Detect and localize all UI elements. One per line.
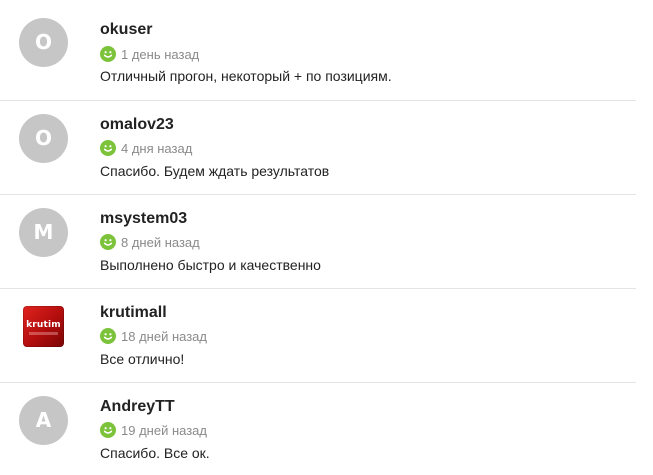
avatar[interactable]: M [19,208,68,257]
smile-positive-icon [100,140,116,156]
review-meta: 1 день назад [100,45,199,63]
review-meta: 4 дня назад [100,139,192,157]
avatar-logo-text: krutim [26,320,61,330]
smile-positive-icon [100,234,116,250]
review-list: O okuser 1 день назад Отличный прогон, н… [0,0,653,475]
review-time: 18 дней назад [121,328,207,344]
smile-positive-icon [100,328,116,344]
smile-positive-icon [100,46,116,62]
review-text: Отличный прогон, некоторый + по позициям… [100,68,392,84]
review-username[interactable]: krutimall [100,304,167,322]
review-text: Все отлично! [100,351,185,367]
avatar[interactable]: O [19,18,68,67]
review-text: Спасибо. Будем ждать результатов [100,163,330,179]
review-username[interactable]: msystem03 [100,210,187,228]
review-time: 1 день назад [121,46,200,62]
review-meta: 19 дней назад [100,421,207,439]
review-username[interactable]: okuser [100,21,152,39]
review-username[interactable]: AndreyTT [100,398,175,416]
review-item: A AndreyTT 19 дней назад Спасибо. Все ок… [0,383,653,475]
review-item: O omalov23 4 дня назад Спасибо. Будем жд… [0,101,653,195]
avatar[interactable]: krutim [23,306,64,347]
review-item: M msystem03 8 дней назад Выполнено быстр… [0,195,653,289]
smile-positive-icon [100,422,116,438]
review-time: 4 дня назад [121,140,193,156]
review-text: Выполнено быстро и качественно [100,257,321,273]
review-meta: 18 дней назад [100,327,207,345]
review-username[interactable]: omalov23 [100,116,174,134]
avatar-logo-decoration [29,332,58,335]
review-time: 19 дней назад [121,422,207,438]
review-item: O okuser 1 день назад Отличный прогон, н… [0,0,653,94]
avatar[interactable]: A [19,396,68,445]
review-item: krutim krutimall 18 дней назад Все отлич… [0,289,653,383]
review-meta: 8 дней назад [100,233,200,251]
review-time: 8 дней назад [121,234,200,250]
review-text: Спасибо. Все ок. [100,445,210,461]
avatar[interactable]: O [19,114,68,163]
